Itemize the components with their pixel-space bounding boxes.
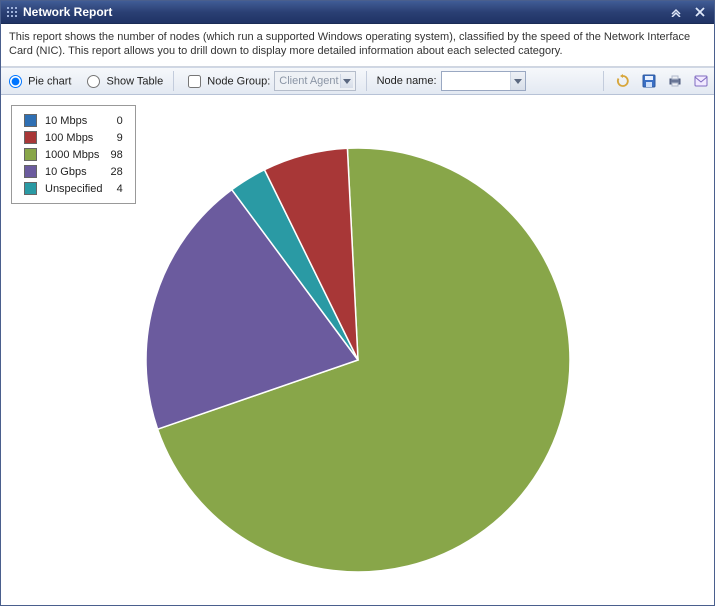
report-toolbar: Pie chart Show Table Node Group: Client …	[1, 67, 714, 95]
window-title: Network Report	[23, 5, 112, 19]
chevron-down-icon	[340, 74, 353, 88]
node-name-input[interactable]	[442, 72, 510, 90]
legend-value: 98	[106, 146, 126, 163]
legend-value: 4	[106, 180, 126, 197]
node-group-checkbox-input[interactable]	[188, 75, 201, 88]
window-titlebar: Network Report	[1, 1, 714, 24]
legend-item: 10 Gbps28	[20, 163, 127, 180]
legend-swatch	[24, 182, 37, 195]
legend-swatch	[24, 148, 37, 161]
legend-value: 9	[106, 129, 126, 146]
chevron-down-icon[interactable]	[510, 72, 525, 90]
legend-label: 1000 Mbps	[41, 146, 106, 163]
legend-value: 28	[106, 163, 126, 180]
node-group-checkbox[interactable]: Node Group:	[184, 75, 270, 88]
legend-value: 0	[106, 112, 126, 129]
node-group-value: Client Agent	[279, 75, 338, 87]
node-group-label: Node Group:	[207, 75, 270, 87]
chart-area: 10 Mbps0100 Mbps91000 Mbps9810 Gbps28Uns…	[1, 95, 714, 605]
legend-label: Unspecified	[41, 180, 106, 197]
node-name-label: Node name:	[377, 75, 437, 87]
legend-item: Unspecified4	[20, 180, 127, 197]
legend-label: 10 Gbps	[41, 163, 106, 180]
node-name-filter: Node name:	[377, 71, 526, 91]
print-icon[interactable]	[666, 72, 684, 90]
node-group-select: Client Agent	[274, 71, 355, 91]
legend-swatch	[24, 165, 37, 178]
titlebar-grip-icon	[7, 7, 17, 17]
report-description: This report shows the number of nodes (w…	[1, 24, 714, 67]
save-icon[interactable]	[640, 72, 658, 90]
node-name-combobox[interactable]	[441, 71, 526, 91]
legend-label: 100 Mbps	[41, 129, 106, 146]
pie-chart	[138, 140, 578, 580]
node-group-filter: Node Group: Client Agent	[184, 71, 355, 91]
chart-legend: 10 Mbps0100 Mbps91000 Mbps9810 Gbps28Uns…	[11, 105, 136, 204]
legend-item: 10 Mbps0	[20, 112, 127, 129]
legend-item: 100 Mbps9	[20, 129, 127, 146]
toolbar-separator	[366, 71, 367, 91]
collapse-icon[interactable]	[668, 4, 684, 20]
pie-chart-radio[interactable]: Pie chart	[5, 75, 71, 88]
show-table-radio-input[interactable]	[87, 75, 100, 88]
legend-swatch	[24, 131, 37, 144]
show-table-label: Show Table	[107, 75, 164, 87]
pie-chart-label: Pie chart	[28, 75, 71, 87]
show-table-radio[interactable]: Show Table	[83, 75, 163, 88]
refresh-icon[interactable]	[614, 72, 632, 90]
toolbar-separator	[173, 71, 174, 91]
toolbar-separator	[603, 71, 604, 91]
close-icon[interactable]	[692, 4, 708, 20]
view-mode-group: Pie chart Show Table	[5, 75, 163, 88]
legend-label: 10 Mbps	[41, 112, 106, 129]
email-icon[interactable]	[692, 72, 710, 90]
report-window: Network Report This report shows the num…	[0, 0, 715, 606]
legend-item: 1000 Mbps98	[20, 146, 127, 163]
legend-swatch	[24, 114, 37, 127]
pie-chart-radio-input[interactable]	[9, 75, 22, 88]
